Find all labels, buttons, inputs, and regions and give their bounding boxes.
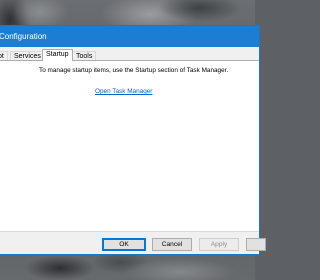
help-button[interactable]	[246, 238, 266, 251]
open-task-manager-link[interactable]: Open Task Manager	[95, 88, 152, 95]
cancel-button[interactable]: Cancel	[152, 238, 192, 251]
startup-tab-panel: To manage startup items, use the Startup…	[0, 60, 259, 232]
startup-message: To manage startup items, use the Startup…	[39, 67, 229, 74]
apply-button[interactable]: Apply	[199, 238, 239, 251]
ok-button[interactable]: OK	[102, 238, 146, 251]
window-title: Configuration	[0, 26, 259, 47]
tab-startup[interactable]: Startup	[42, 49, 73, 61]
tab-strip: ot Services Startup Tools	[0, 47, 259, 61]
system-configuration-dialog: Configuration ot Services Startup Tools …	[0, 25, 266, 255]
